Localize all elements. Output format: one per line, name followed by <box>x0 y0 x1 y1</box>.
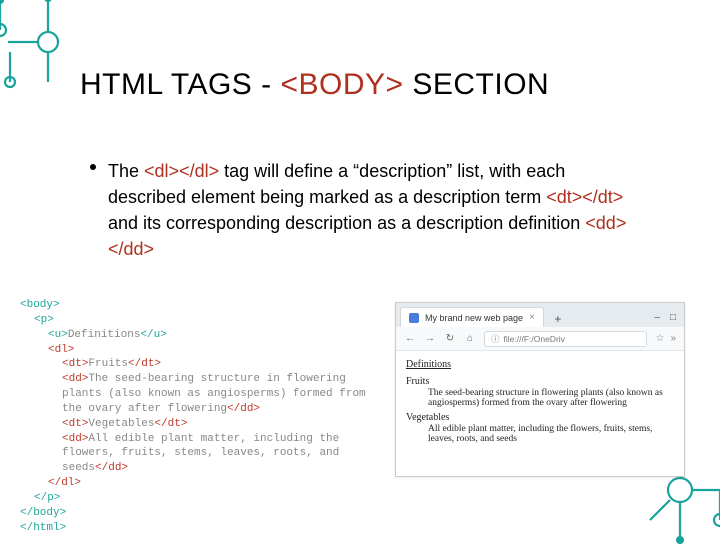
slide-title-tag: <BODY> <box>280 68 403 101</box>
bullet-tag-dt: <dt></dt> <box>546 187 623 207</box>
browser-page-content: Definitions Fruits The seed-bearing stru… <box>396 351 684 476</box>
rendered-term: Vegetables <box>406 412 674 423</box>
nav-reload-icon[interactable]: ↻ <box>444 333 456 345</box>
code-line: <p> <box>20 313 390 328</box>
bullet-dot-icon <box>90 164 96 170</box>
window-controls: – □ <box>654 312 684 327</box>
code-line: </html> <box>20 521 390 536</box>
window-maximize-icon[interactable]: □ <box>670 312 676 323</box>
url-text: file:///F:/OneDriv <box>504 334 565 344</box>
slide-title-post: SECTION <box>404 68 550 101</box>
slide-title-pre: HTML TAGS - <box>80 68 280 101</box>
rendered-definition: The seed-bearing structure in flowering … <box>428 388 674 408</box>
code-line: <dt>Fruits</dt> <box>20 357 390 372</box>
rendered-term: Fruits <box>406 376 674 387</box>
nav-home-icon[interactable]: ⌂ <box>464 333 476 345</box>
code-line: <u>Definitions</u> <box>20 328 390 343</box>
code-line: <dd>All edible plant matter, including t… <box>20 432 390 477</box>
nav-back-icon[interactable]: ← <box>404 333 416 345</box>
code-line: </dl> <box>20 476 390 491</box>
code-sample: <body> <p> <u>Definitions</u> <dl> <dt>F… <box>20 298 390 536</box>
code-line: </p> <box>20 491 390 506</box>
browser-tab-title: My brand new web page <box>425 313 523 323</box>
plus-icon: + <box>554 312 561 326</box>
browser-preview-window: My brand new web page × + – □ ← → ↻ ⌂ ⓘ … <box>395 302 685 477</box>
new-tab-button[interactable]: + <box>550 311 566 327</box>
tab-close-icon[interactable]: × <box>529 313 535 323</box>
bullet-text-1: The <box>108 161 144 181</box>
code-line: <body> <box>20 298 390 313</box>
nav-forward-icon[interactable]: → <box>424 333 436 345</box>
url-field[interactable]: ⓘ file:///F:/OneDriv <box>484 331 647 347</box>
page-info-icon: ⓘ <box>491 333 500 345</box>
code-line: <dl> <box>20 343 390 358</box>
browser-tab-strip: My brand new web page × + – □ <box>396 303 684 327</box>
bullet-paragraph: The <dl></dl> tag will define a “descrip… <box>108 158 630 262</box>
code-line: <dd>The seed-bearing structure in flower… <box>20 372 390 417</box>
bookmark-star-icon[interactable]: ☆ <box>655 333 664 344</box>
toolbar-right: ☆ » <box>655 333 676 344</box>
browser-toolbar: ← → ↻ ⌂ ⓘ file:///F:/OneDriv ☆ » <box>396 327 684 351</box>
browser-tab[interactable]: My brand new web page × <box>400 307 544 327</box>
bullet-text-3: and its corresponding description as a d… <box>108 213 585 233</box>
rendered-heading: Definitions <box>406 359 674 370</box>
slide-title: HTML TAGS - <BODY> SECTION <box>80 68 549 102</box>
code-line: <dt>Vegetables</dt> <box>20 417 390 432</box>
overflow-menu-icon[interactable]: » <box>670 333 676 344</box>
rendered-definition: All edible plant matter, including the f… <box>428 424 674 444</box>
favicon-icon <box>409 313 419 323</box>
code-line: </body> <box>20 506 390 521</box>
window-minimize-icon[interactable]: – <box>654 312 660 323</box>
bullet-tag-dl: <dl></dl> <box>144 161 219 181</box>
